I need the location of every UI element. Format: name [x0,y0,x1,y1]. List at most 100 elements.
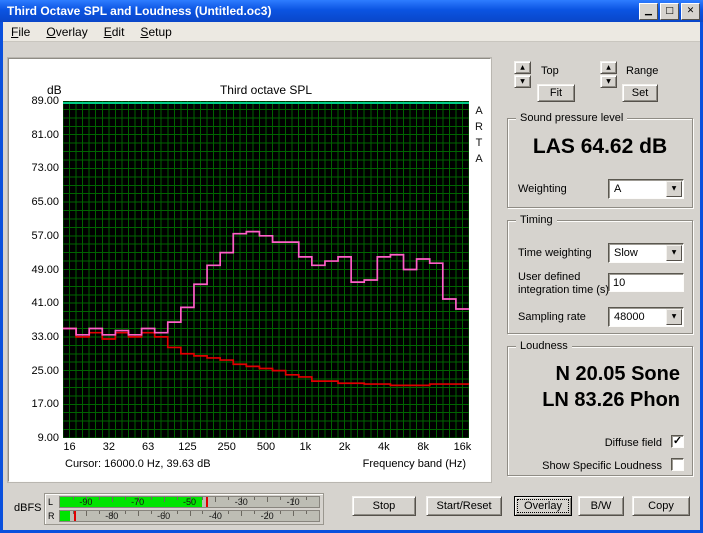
time-weighting-value: Slow [614,247,638,259]
set-button-label: Set [631,87,649,99]
meter-tick [137,511,139,516]
show-specific-loudness-label: Show Specific Loudness [542,460,662,472]
diffuse-field-checkbox[interactable]: ✓ [671,435,684,448]
spl-group-title: Sound pressure level [516,112,628,124]
meter-scale-label: -70 [131,497,145,507]
show-specific-loudness-checkbox[interactable] [671,458,684,471]
meter-scale-label: -90 [79,497,93,507]
arta-watermark: ARTA [473,105,485,169]
top-down-button[interactable]: ▼ [514,75,531,88]
menu-file[interactable]: File [3,23,38,41]
cursor-readout: Cursor: 16000.0 Hz, 39.63 dB [65,458,211,470]
meter-scale-label: -20 [260,511,274,521]
close-icon: ✕ [686,5,695,16]
meter-peak-indicator [206,497,209,507]
set-button[interactable]: Set [622,84,658,102]
menu-edit[interactable]: Edit [96,23,133,41]
sampling-rate-dropdown-button[interactable]: ▼ [666,309,682,325]
meter-tick [280,497,282,500]
top-up-button[interactable]: ▲ [514,61,531,74]
weighting-value: A [614,183,622,195]
dbfs-label: dBFS [14,502,42,514]
meter-tick [280,511,282,514]
meter-level-fill [60,511,71,521]
up-arrow-icon: ▲ [520,63,525,71]
meter-tick [215,497,217,502]
start-reset-button[interactable]: Start/Reset [426,496,502,516]
meter-tick [176,497,178,500]
fit-button[interactable]: Fit [537,84,575,102]
meter-tick [228,511,230,514]
minimize-icon: ▁ [645,5,652,16]
overlay-button[interactable]: Overlay [514,496,572,516]
bw-button[interactable]: B/W [578,496,624,516]
bw-button-label: B/W [590,500,612,512]
time-weighting-dropdown-button[interactable]: ▼ [666,245,682,261]
chart-panel: dB Third octave SPL 89.00 81.00 73.00 65.00… [8,58,491,482]
loudness-group-title: Loudness [516,340,572,352]
timing-group-title: Timing [516,214,557,226]
range-down-button[interactable]: ▼ [600,75,617,88]
level-meter: L -90 -70 -50 -30 -10 R -80 -60 -40 -20 [44,493,324,525]
meter-scale-label: -30 [234,497,248,507]
x-tick-label: 32 [102,441,115,453]
start-reset-button-label: Start/Reset [436,500,492,512]
meter-peak-indicator [74,511,77,521]
plot-area[interactable] [63,101,469,438]
meter-tick [254,497,256,500]
meter-tick [241,511,243,516]
meter-tick [111,497,113,502]
meter-row-r: R -80 -60 -40 -20 [48,510,320,522]
range-up-button[interactable]: ▲ [600,61,617,74]
integration-time-label-line1: User defined [518,271,581,283]
meter-scale-label: -80 [105,511,119,521]
sampling-rate-value: 48000 [614,311,645,323]
meter-tick [293,511,295,516]
x-tick-label: 250 [217,441,236,453]
x-tick-label: 4k [378,441,390,453]
x-tick-label: 16k [453,441,472,453]
weighting-combobox[interactable]: A ▼ [608,179,684,199]
y-tick-label: 41.00 [31,297,59,310]
meter-scale-label: -40 [208,511,222,521]
chevron-down-icon: ▼ [671,249,677,256]
y-tick-label: 49.00 [31,263,59,276]
timing-group: Timing Time weighting Slow ▼ User define… [507,214,693,334]
meter-bar: -80 -60 -40 -20 [59,510,320,522]
close-button[interactable]: ✕ [681,2,700,20]
copy-button[interactable]: Copy [632,496,690,516]
maximize-button[interactable]: □ [660,2,679,20]
chevron-down-icon: ▼ [671,185,677,192]
meter-tick [150,511,152,514]
meter-tick [98,511,100,514]
weighting-dropdown-button[interactable]: ▼ [666,181,682,197]
meter-tick [202,511,204,514]
menu-setup[interactable]: Setup [132,23,179,41]
stop-button[interactable]: Stop [352,496,416,516]
minimize-button[interactable]: ▁ [639,2,658,20]
x-tick-label: 63 [142,441,155,453]
chart-title: Third octave SPL [219,83,313,97]
sampling-rate-combobox[interactable]: 48000 ▼ [608,307,684,327]
x-tick-label: 1k [299,441,312,453]
y-tick-label: 17.00 [31,398,59,411]
title-bar[interactable]: Third Octave SPL and Loudness (Untitled.… [0,0,703,22]
integration-time-input[interactable] [608,273,684,292]
down-arrow-icon: ▼ [606,77,611,85]
maximize-icon: □ [665,5,674,16]
meter-tick [189,511,191,516]
meter-row-l: L -90 -70 -50 -30 -10 [48,496,320,508]
x-axis-labels: 16 32 63 125 250 500 1k 2k 4k 8k 16k [63,441,472,455]
meter-scale-label: -60 [157,511,171,521]
menu-overlay[interactable]: Overlay [38,23,95,41]
copy-button-label: Copy [648,500,674,512]
down-arrow-icon: ▼ [520,77,525,85]
meter-tick [202,497,204,500]
window-title: Third Octave SPL and Loudness (Untitled.… [7,4,272,18]
time-weighting-combobox[interactable]: Slow ▼ [608,243,684,263]
meter-tick [267,497,269,502]
spl-group: Sound pressure level LAS 64.62 dB Weight… [507,112,693,208]
app-window: Third Octave SPL and Loudness (Untitled.… [0,0,703,533]
loudness-n-readout: N 20.05 Sone [555,363,680,385]
chevron-down-icon: ▼ [671,313,677,320]
